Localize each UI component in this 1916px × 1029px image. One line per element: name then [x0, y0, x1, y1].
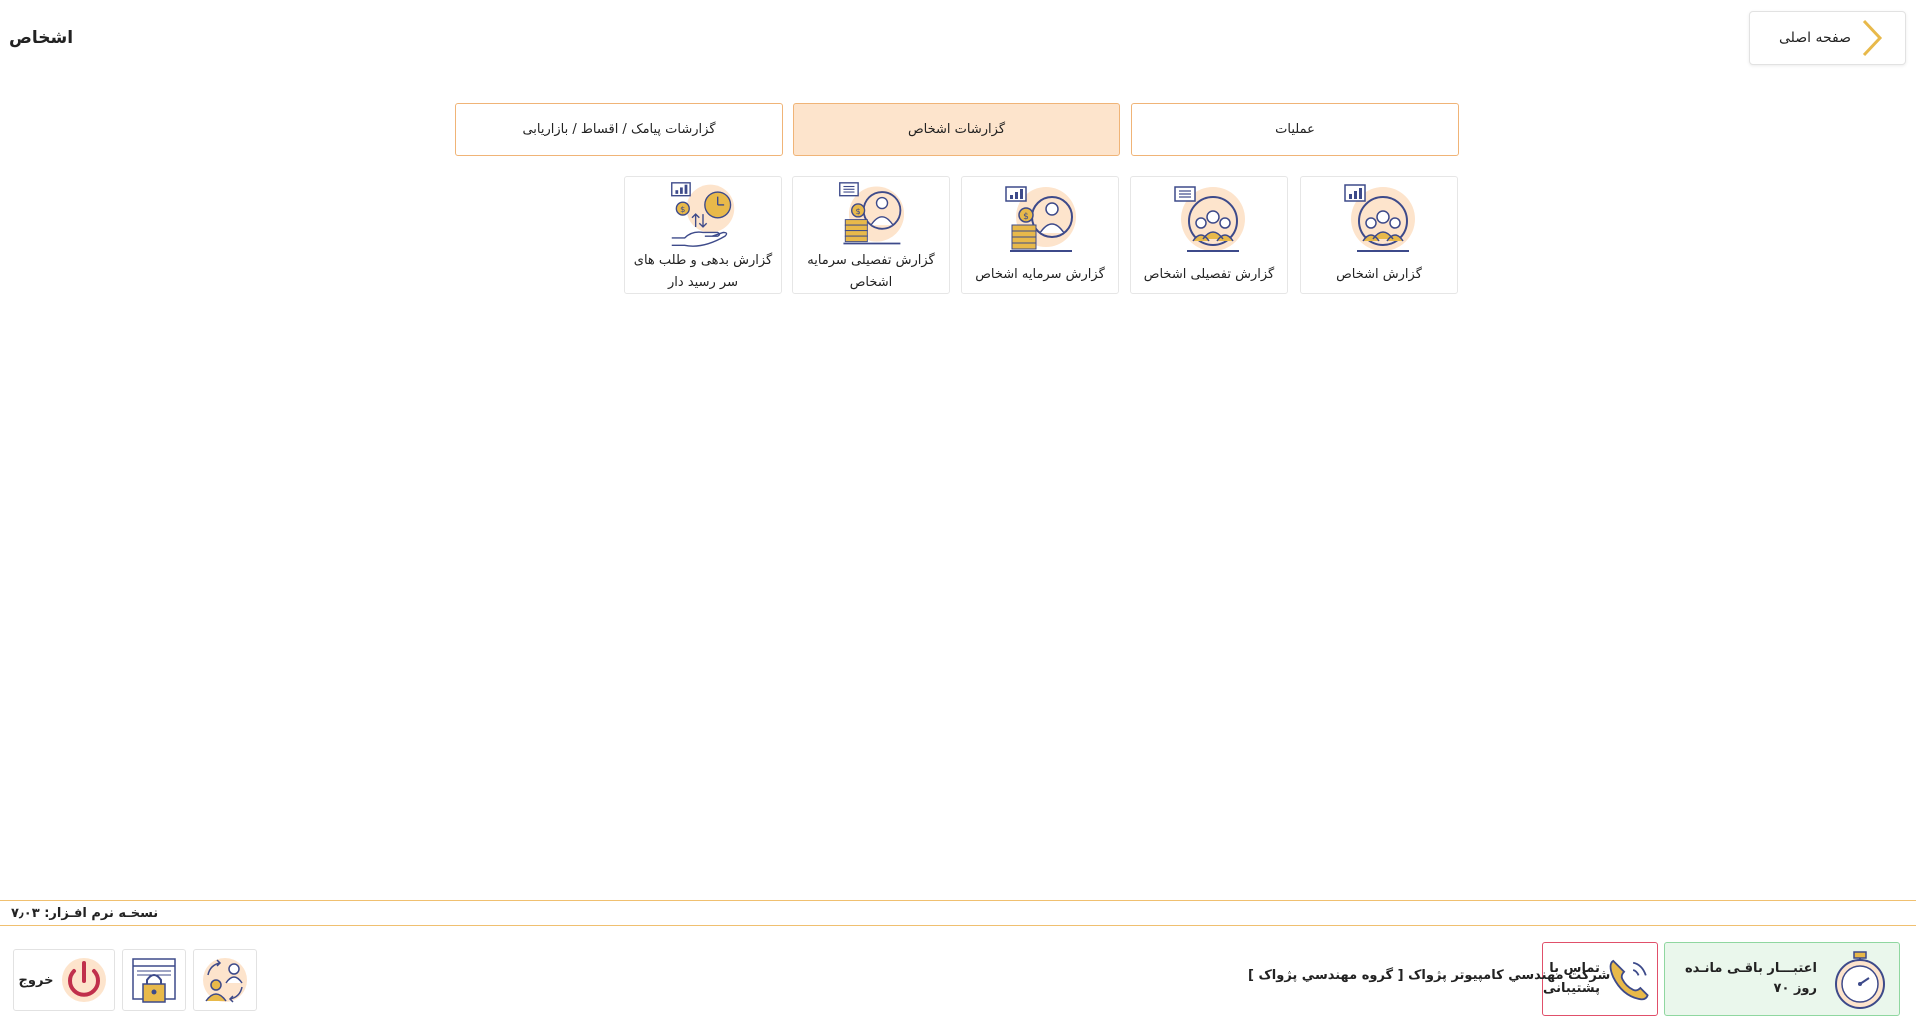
logout-label: خروج [18, 972, 54, 988]
tab-people-reports-label: گزارشات اشخاص [907, 122, 1006, 137]
credit-days: ۷۰ روز [1773, 981, 1817, 996]
tile-label-2: اشخاص [849, 275, 893, 290]
tab-sms-label: گزارشات پیامک / اقساط / بازاریابی [522, 122, 716, 137]
switch-user-icon [203, 958, 247, 1003]
lock-icon [132, 958, 176, 1003]
tile-people-capital-detailed-report[interactable]: $ گزارش تفصیلی سرمایه اشخاص [792, 176, 950, 294]
svg-text:$: $ [856, 206, 861, 216]
person-coins-list-icon: $ [839, 182, 905, 245]
svg-text:$: $ [1023, 212, 1029, 222]
tile-people-capital-report[interactable]: $ گزارش سرمایه اشخاص [961, 176, 1119, 294]
tile-label: گزارش اشخاص [1336, 267, 1422, 282]
software-version: نسخـه نرم افـزار: ۷٫۰۳ [11, 905, 159, 921]
home-button[interactable]: صفحه اصلی [1749, 11, 1906, 65]
hand-coin-clock-icon: $ [671, 182, 735, 247]
tile-label: گزارش بدهی و طلب های [633, 253, 773, 268]
home-button-label: صفحه اصلی [1778, 30, 1851, 46]
logout-button[interactable]: خروج [13, 949, 115, 1011]
tile-people-detailed-report[interactable]: گزارش تفصیلی اشخاص [1130, 176, 1288, 294]
credit-label: اعتبـــار باقـی مانـده [1684, 961, 1817, 976]
stopwatch-icon [1835, 951, 1885, 1009]
tab-people-reports[interactable]: گزارشات اشخاص [793, 103, 1120, 156]
tile-label: گزارش تفصیلی اشخاص [1143, 267, 1275, 282]
company-name: شرکت مهندسي کامپیوتر پژواک [ گروه مهندسي… [1248, 968, 1611, 983]
lock-button[interactable] [122, 949, 186, 1011]
tile-label-2: سر رسید دار [668, 275, 738, 290]
svg-text:$: $ [680, 204, 685, 214]
power-icon [62, 958, 107, 1002]
tab-operations[interactable]: عملیات [1131, 103, 1459, 156]
tab-operations-label: عملیات [1275, 122, 1315, 137]
chevron-right-icon [1862, 19, 1883, 57]
people-chart-icon [1344, 184, 1415, 252]
remaining-credit: اعتبـــار باقـی مانـده ۷۰ روز [1664, 942, 1900, 1016]
tab-sms-installments-marketing-reports[interactable]: گزارشات پیامک / اقساط / بازاریابی [455, 103, 783, 156]
people-list-icon [1174, 186, 1245, 252]
version-bar: نسخـه نرم افـزار: ۷٫۰۳ [0, 900, 1916, 926]
phone-icon [1609, 959, 1649, 1001]
tile-people-report[interactable]: گزارش اشخاص [1300, 176, 1458, 294]
page-title: اشخاص [9, 28, 74, 48]
tile-debt-credit-due-report[interactable]: $ گزارش بدهی و طلب های سر رسید دار [624, 176, 782, 294]
switch-user-button[interactable] [193, 949, 257, 1011]
tile-label: گزارش سرمایه اشخاص [975, 267, 1105, 282]
person-coins-chart-icon: $ [1005, 186, 1076, 252]
tile-label: گزارش تفصیلی سرمایه [807, 253, 935, 268]
